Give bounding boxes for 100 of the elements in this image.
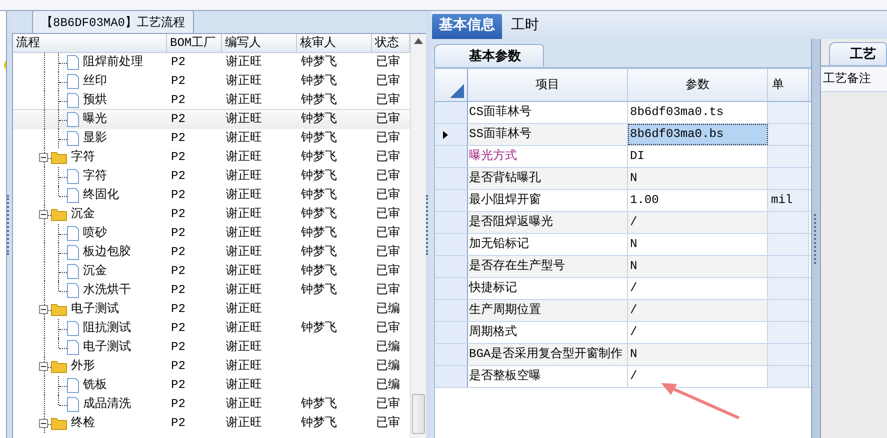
table-cell-text: 已审: [375, 263, 401, 280]
splitter-handle[interactable]: [426, 194, 431, 254]
table-cell-text: P2: [170, 320, 186, 337]
tab[interactable]: 工艺: [829, 42, 887, 65]
table-cell: 周期格式: [468, 322, 628, 343]
table-cell: 最小阻焊开窗: [468, 190, 628, 211]
table-cell-text: P2: [170, 339, 186, 356]
tree-item-label: 终检: [71, 415, 95, 432]
table-cell-text: 钟梦飞: [300, 54, 338, 71]
scroll-up-icon[interactable]: [414, 38, 423, 44]
tree-item-label: 铣板: [83, 377, 107, 394]
table-cell-text: 已审: [375, 396, 401, 413]
tree-item-label: 电子测试: [83, 339, 131, 356]
document-icon: [67, 55, 79, 70]
column-header[interactable]: BOM工厂: [167, 34, 222, 52]
tree-item-label: 显影: [83, 130, 107, 147]
table-cell[interactable]: /: [628, 212, 768, 233]
table-cell: 快捷标记: [468, 278, 628, 299]
column-header[interactable]: 项目: [468, 69, 628, 101]
table-cell[interactable]: /: [628, 300, 768, 321]
table-row[interactable]: 曝光 P2 谢正旺 钟梦飞 已审: [13, 110, 410, 129]
table-cell-text: 谢正旺: [225, 149, 263, 166]
table-cell: 是否阻焊返曝光: [468, 212, 628, 233]
table-row[interactable]: 显影 P2 谢正旺 钟梦飞 已审: [13, 129, 410, 148]
table-cell[interactable]: N: [628, 256, 768, 277]
collapse-icon[interactable]: [39, 153, 48, 162]
table-cell: 是否整板空曝: [468, 366, 628, 387]
column-header[interactable]: 核审人: [297, 34, 372, 52]
row-header[interactable]: [435, 124, 468, 145]
table-cell: 是否存在生产型号: [468, 256, 628, 277]
tree-item-label: 终固化: [83, 187, 119, 204]
table-cell: 加无铅标记: [468, 234, 628, 255]
document-icon: [67, 74, 79, 89]
folder-icon: [51, 208, 67, 221]
table-cell-text: 谢正旺: [225, 263, 263, 280]
table-cell: 是否背钻曝孔: [468, 168, 628, 189]
table-cell-text: 谢正旺: [225, 92, 263, 109]
table-cell-text: 谢正旺: [225, 168, 263, 185]
table-cell-text: P2: [170, 73, 186, 90]
table-cell-text: 已审: [375, 206, 401, 223]
table-cell-text: 已审: [375, 149, 401, 166]
collapse-icon[interactable]: [39, 210, 48, 219]
table-cell: SS面菲林号: [468, 124, 628, 145]
scroll-thumb[interactable]: [412, 394, 425, 434]
table-cell-text: 谢正旺: [225, 54, 263, 71]
table-cell-text: P2: [170, 206, 186, 223]
table-cell-text: P2: [170, 377, 186, 394]
folder-icon: [51, 151, 67, 164]
table-cell-text: P2: [170, 149, 186, 166]
splitter-handle[interactable]: [814, 214, 818, 264]
document-icon: [67, 131, 79, 146]
table-cell-text: 谢正旺: [225, 244, 263, 261]
table-cell-text: 钟梦飞: [300, 206, 338, 223]
scrollbar[interactable]: [410, 34, 426, 438]
table-cell[interactable]: N: [628, 168, 768, 189]
table-cell-text: 已审: [375, 111, 401, 128]
table-cell-text: 钟梦飞: [300, 282, 338, 299]
table-cell-text: 钟梦飞: [300, 396, 338, 413]
document-icon: [67, 283, 79, 298]
corner-icon: [450, 84, 464, 98]
tree-item-label: 电子测试: [71, 301, 119, 318]
table-cell-text: 钟梦飞: [300, 320, 338, 337]
table-cell-text: 谢正旺: [225, 73, 263, 90]
document-icon: [67, 264, 79, 279]
column-header[interactable]: 编写人: [222, 34, 297, 52]
table-cell-text: P2: [170, 111, 186, 128]
field-label: 工艺备注: [821, 65, 887, 92]
document-icon: [67, 378, 79, 393]
table-cell-text: P2: [170, 130, 186, 147]
table-cell: 曝光方式: [468, 146, 628, 167]
table-cell: BGA是否采用复合型开窗制作: [468, 344, 628, 365]
table-cell-text: 谢正旺: [225, 206, 263, 223]
folder-icon: [51, 303, 67, 316]
column-header[interactable]: 单: [768, 69, 809, 101]
tree-item-label: 丝印: [83, 73, 107, 90]
column-header[interactable]: 流程: [13, 34, 167, 52]
table-cell-text: 钟梦飞: [300, 187, 338, 204]
table-cell-text: 谢正旺: [225, 358, 263, 375]
collapse-icon[interactable]: [39, 305, 48, 314]
collapse-icon[interactable]: [39, 362, 48, 371]
table-cell-text: P2: [170, 415, 186, 432]
tab[interactable]: 工时: [504, 14, 546, 39]
table-cell[interactable]: N: [628, 344, 768, 365]
table-cell[interactable]: 8b6df03ma0.bs: [628, 124, 768, 145]
folder-icon: [51, 360, 67, 373]
table-cell: CS面菲林号: [468, 102, 628, 123]
tab[interactable]: 基本参数: [434, 44, 544, 67]
table-cell-text: P2: [170, 358, 186, 375]
table-cell-text: 已审: [375, 320, 401, 337]
table-cell-text: 已审: [375, 130, 401, 147]
collapse-icon[interactable]: [39, 419, 48, 428]
tab[interactable]: 基本信息: [432, 14, 502, 39]
tree-item-label: 字符: [71, 148, 95, 166]
column-header[interactable]: 参数: [628, 69, 768, 101]
table-cell: mil: [768, 190, 809, 211]
tree-item-label: 字符: [83, 168, 107, 185]
table-cell-text: 已审: [375, 92, 401, 109]
table-cell-text: P2: [170, 225, 186, 242]
table-cell-text: 已编: [375, 301, 401, 318]
table-cell-text: 钟梦飞: [300, 73, 338, 90]
